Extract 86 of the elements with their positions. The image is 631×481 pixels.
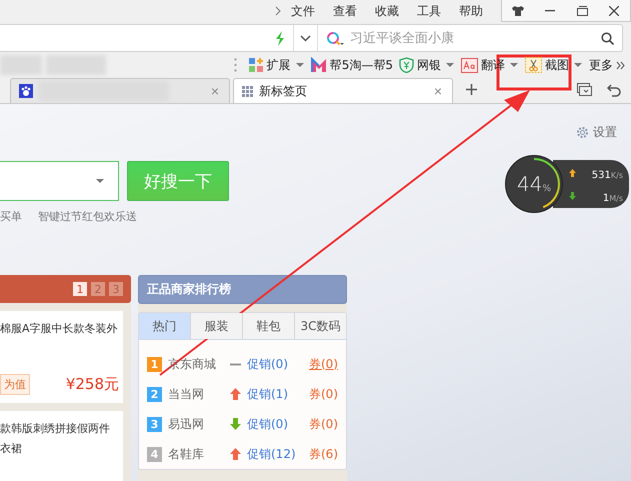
- ranking-tab[interactable]: 热门: [139, 313, 191, 339]
- paw-icon: [19, 84, 33, 98]
- plus-icon[interactable]: [466, 84, 477, 95]
- shirt-icon: [512, 6, 524, 16]
- settings-icon[interactable]: [576, 126, 589, 139]
- store-name[interactable]: 名鞋库: [168, 446, 230, 462]
- search-input[interactable]: [0, 161, 119, 201]
- grid-icon: [242, 86, 253, 96]
- toolbar-button[interactable]: 网银: [396, 52, 444, 78]
- promo-link[interactable]: 促销(12): [247, 446, 309, 462]
- down-arrow-icon: [230, 418, 241, 430]
- download-speed: 1: [602, 193, 610, 204]
- product-title: 衣裙: [0, 441, 23, 457]
- product-card[interactable]: 棉服A字服中长款冬装外 为值 ¥258元: [0, 311, 123, 403]
- shield-icon: [399, 57, 414, 73]
- toolbar-button[interactable]: 扩展: [244, 52, 294, 78]
- menu-item[interactable]: 查看: [333, 2, 357, 20]
- lightning-icon: [275, 30, 285, 46]
- grid-plus-icon: [248, 57, 264, 73]
- caret-icon[interactable]: [574, 63, 582, 67]
- speed-unit: M/s: [609, 194, 623, 203]
- search-engine-icon: [326, 30, 344, 46]
- ranking-tab[interactable]: 3C数码: [295, 313, 346, 339]
- product-tag: 为值: [0, 374, 30, 395]
- drag-handle-icon: [234, 58, 237, 72]
- m-logo-icon: [310, 57, 327, 73]
- caret-icon[interactable]: [296, 63, 304, 67]
- chevron-right-icon[interactable]: [275, 6, 281, 16]
- hot-link[interactable]: 买单: [0, 209, 22, 224]
- menu-item[interactable]: 收藏: [375, 2, 399, 20]
- page-button[interactable]: 1: [73, 282, 87, 296]
- rank-number: 3: [147, 416, 162, 432]
- down-arrow-icon: [569, 192, 576, 200]
- product-card[interactable]: 款韩版刺绣拼接假两件 衣裙: [0, 411, 123, 481]
- browser-tab[interactable]: 新标签页 ×: [233, 78, 453, 103]
- upload-speed: 531: [592, 170, 611, 181]
- search-icon[interactable]: [601, 32, 614, 44]
- close-tab-button[interactable]: ×: [209, 83, 221, 99]
- network-gauge[interactable]: 44%: [505, 155, 563, 213]
- caret-icon[interactable]: [446, 63, 454, 67]
- chevron-down-icon: [300, 34, 311, 42]
- dash-icon: [230, 362, 241, 366]
- caret-icon[interactable]: [96, 179, 104, 183]
- ranking-header: 正品商家排行榜: [138, 275, 347, 304]
- up-arrow-icon: [230, 448, 241, 460]
- rank-number: 1: [147, 356, 162, 372]
- product-title: 棉服A字服中长款冬装外: [0, 321, 119, 337]
- toolbar-button[interactable]: 截图: [522, 52, 572, 78]
- menu-item[interactable]: 工具: [417, 2, 441, 20]
- promo-link[interactable]: 促销(1): [247, 386, 309, 402]
- tab-title: 新标签页: [259, 82, 308, 100]
- double-chevron-icon[interactable]: [616, 60, 625, 70]
- tabs-list-icon[interactable]: [577, 83, 592, 97]
- close-icon: [609, 6, 619, 16]
- restore-icon: [576, 6, 588, 16]
- coupon-link[interactable]: 券(0): [309, 386, 338, 402]
- menu-item[interactable]: 文件: [291, 2, 315, 20]
- store-name[interactable]: 易迅网: [168, 416, 230, 432]
- rank-number: 2: [147, 386, 162, 402]
- settings-link[interactable]: 设置: [593, 124, 617, 141]
- coupon-link[interactable]: 券(0): [309, 356, 338, 372]
- close-tab-button[interactable]: ×: [432, 83, 444, 99]
- percent-text: 44%: [516, 172, 551, 196]
- promo-link[interactable]: 促销(0): [247, 416, 309, 432]
- up-arrow-icon: [230, 388, 241, 400]
- store-name[interactable]: 当当网: [168, 386, 230, 402]
- speed-unit: K/s: [610, 171, 623, 180]
- ranking-tab[interactable]: 服装: [191, 313, 243, 339]
- scissors-icon: [525, 57, 542, 73]
- rank-number: 4: [147, 446, 162, 462]
- menu-item[interactable]: 帮助: [459, 2, 483, 20]
- undo-icon[interactable]: [607, 84, 621, 97]
- coupon-link[interactable]: 券(6): [309, 446, 338, 462]
- up-arrow-icon: [569, 168, 576, 176]
- toolbar-button[interactable]: 更多: [586, 52, 616, 78]
- hot-link[interactable]: 智键过节红包欢乐送: [38, 209, 137, 224]
- coupon-link[interactable]: 券(0): [309, 416, 338, 432]
- ranking-tab[interactable]: 鞋包: [243, 313, 295, 339]
- browser-tab[interactable]: ×: [10, 78, 230, 103]
- product-price: ¥258元: [66, 375, 119, 394]
- promo-link[interactable]: 促销(0): [247, 356, 309, 372]
- caret-icon[interactable]: [510, 63, 518, 67]
- aa-icon: [461, 58, 478, 72]
- minimize-icon: [545, 10, 555, 12]
- toolbar-button[interactable]: 帮5淘—帮5: [308, 52, 396, 78]
- product-title: 款韩版刺绣拼接假两件: [0, 421, 111, 437]
